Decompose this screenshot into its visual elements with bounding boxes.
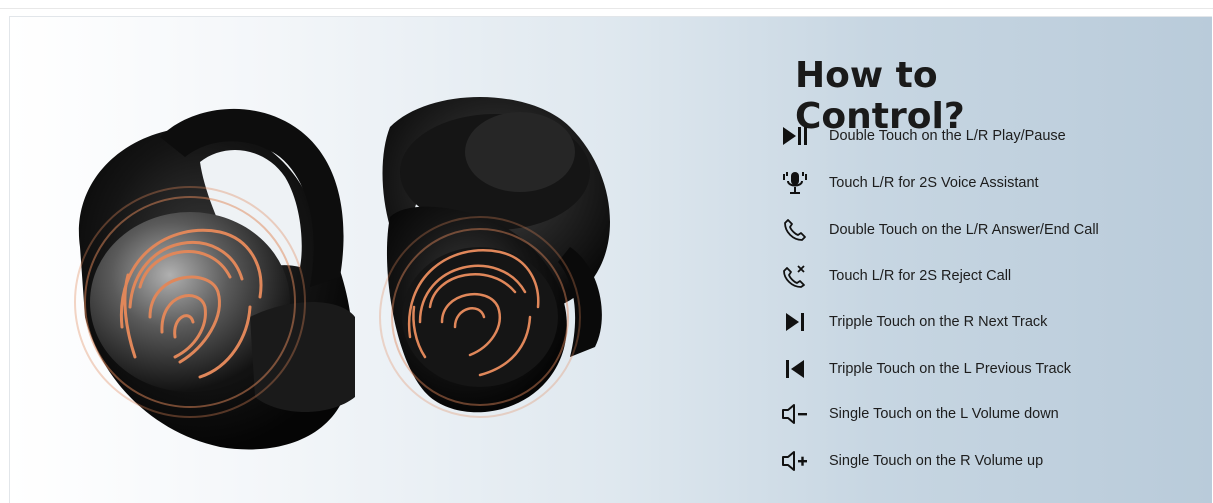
control-label: Tripple Touch on the L Previous Track (829, 361, 1072, 377)
right-earbud (379, 97, 610, 418)
play-pause-icon (780, 121, 810, 151)
product-banner: How to Control? Double Touch on the L/R … (9, 16, 1212, 503)
volume-down-icon (780, 399, 810, 429)
control-row-next-track: Tripple Touch on the R Next Track (780, 305, 1210, 339)
earbuds-image (74, 97, 610, 450)
reject-call-icon (780, 261, 810, 291)
control-label: Double Touch on the L/R Answer/End Call (829, 222, 1099, 238)
control-row-voice-assistant: Touch L/R for 2S Voice Assistant (780, 166, 1210, 200)
control-label: Double Touch on the L/R Play/Pause (829, 128, 1066, 144)
volume-up-icon (780, 446, 810, 476)
previous-track-icon (780, 354, 810, 384)
control-label: Single Touch on the L Volume down (829, 406, 1059, 422)
control-row-answer-call: Double Touch on the L/R Answer/End Call (780, 213, 1210, 247)
control-row-previous-track: Tripple Touch on the L Previous Track (780, 352, 1210, 386)
control-label: Tripple Touch on the R Next Track (829, 314, 1048, 330)
control-label: Single Touch on the R Volume up (829, 453, 1044, 469)
control-label: Touch L/R for 2S Voice Assistant (829, 175, 1039, 191)
voice-assistant-icon (780, 168, 810, 198)
next-track-icon (780, 307, 810, 337)
control-row-volume-up: Single Touch on the R Volume up (780, 444, 1210, 478)
control-row-play-pause: Double Touch on the L/R Play/Pause (780, 119, 1210, 153)
phone-icon (780, 215, 810, 245)
top-divider (0, 8, 1213, 9)
control-row-reject-call: Touch L/R for 2S Reject Call (780, 259, 1210, 293)
control-label: Touch L/R for 2S Reject Call (829, 268, 1012, 284)
left-earbud (74, 108, 355, 450)
control-row-volume-down: Single Touch on the L Volume down (780, 397, 1210, 431)
